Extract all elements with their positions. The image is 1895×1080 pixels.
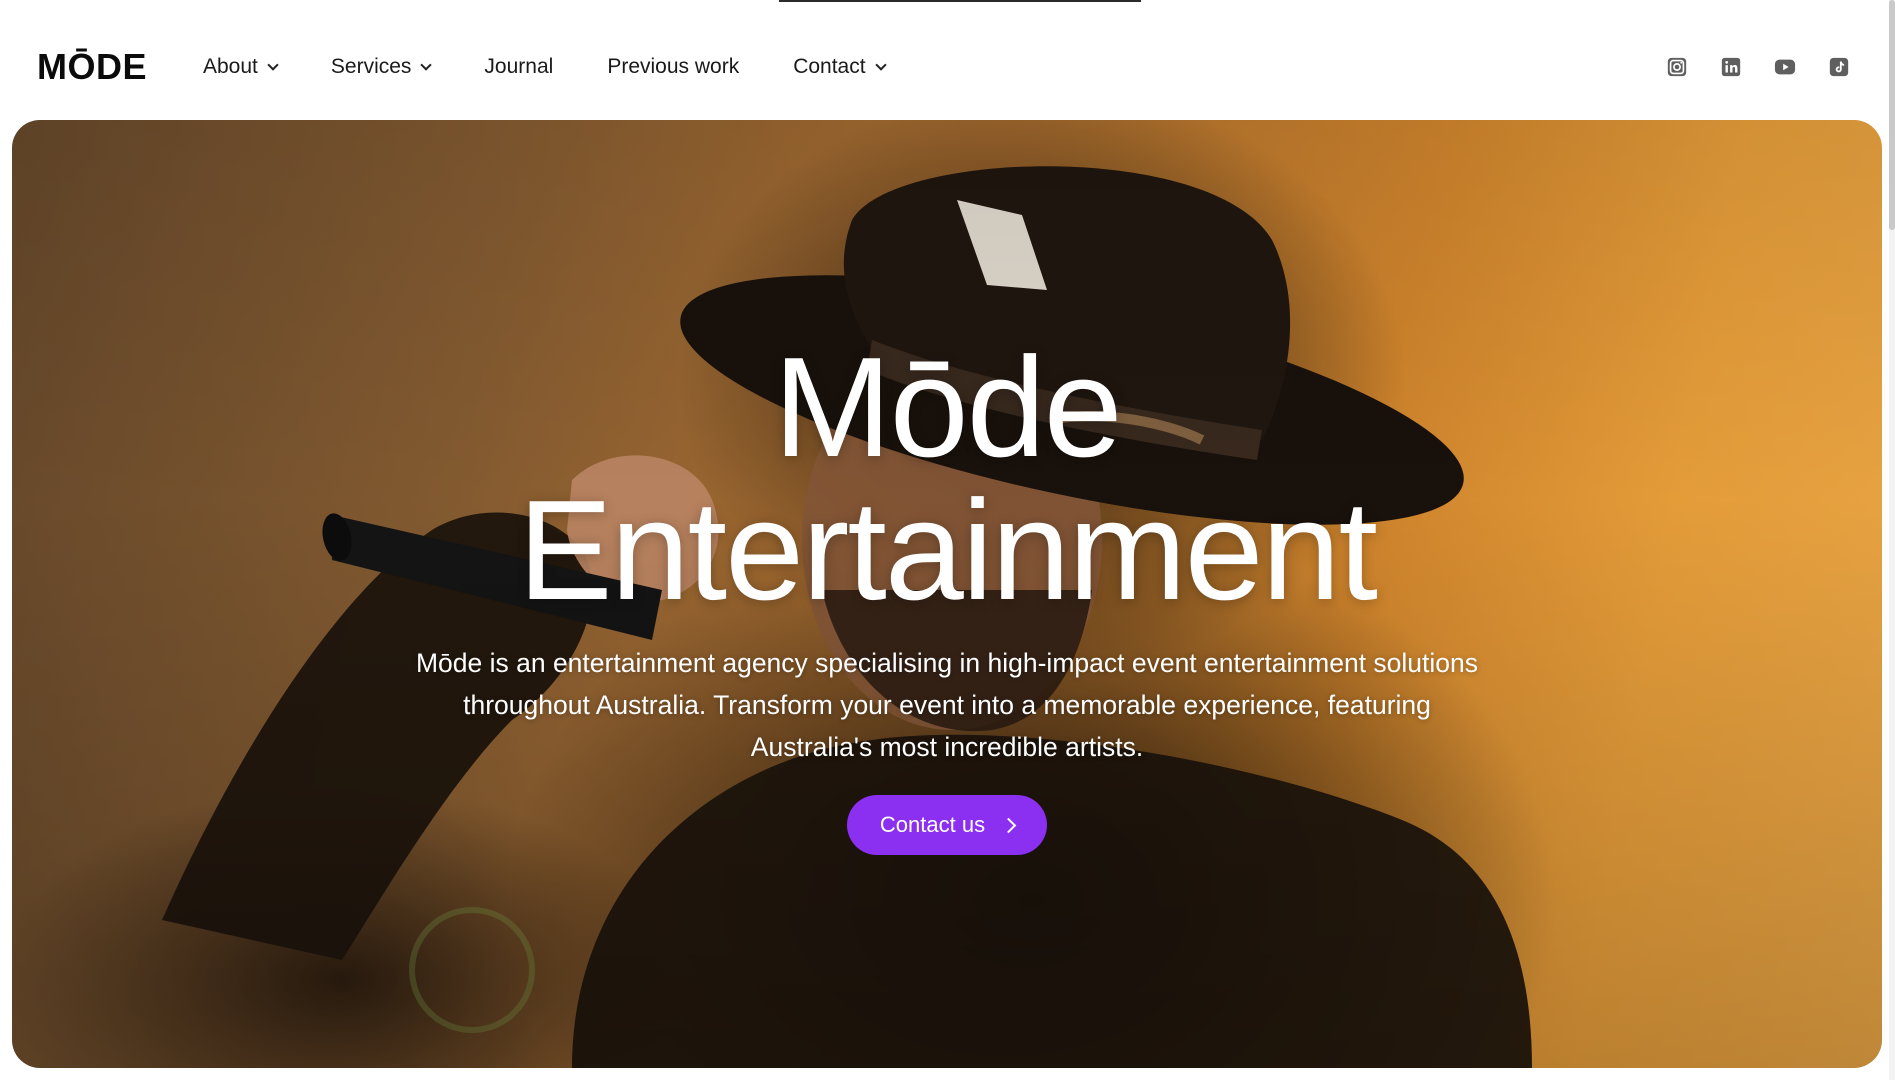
- contact-us-button[interactable]: Contact us: [847, 795, 1047, 855]
- social-links: [1666, 56, 1850, 78]
- nav-item-previous-work[interactable]: Previous work: [607, 55, 739, 79]
- nav-item-journal[interactable]: Journal: [484, 55, 553, 79]
- site-header: MŌDE About Services Journal Previous wor…: [0, 0, 1895, 120]
- hero-description: Mōde is an entertainment agency speciali…: [415, 648, 1479, 762]
- chevron-down-icon: [267, 58, 279, 71]
- hero-title-line2: Entertainment: [517, 471, 1378, 630]
- main-nav: About Services Journal Previous work Con…: [203, 55, 939, 79]
- scrollbar-thumb[interactable]: [1889, 0, 1895, 230]
- tiktok-icon[interactable]: [1828, 56, 1850, 78]
- nav-item-label: Services: [330, 55, 412, 78]
- nav-item-label: Previous work: [607, 55, 740, 78]
- nav-item-label: Journal: [484, 55, 554, 78]
- nav-item-label: About: [203, 55, 258, 78]
- instagram-icon[interactable]: [1666, 56, 1688, 78]
- nav-item-label: Contact: [793, 55, 866, 78]
- hero-content: Mōde Entertainment Mōde is an entertainm…: [12, 120, 1882, 1068]
- hero-section: Mōde Entertainment Mōde is an entertainm…: [12, 120, 1882, 1068]
- youtube-icon[interactable]: [1774, 56, 1796, 78]
- contact-us-label: Contact us: [879, 812, 986, 837]
- hero-title-line1: Mōde: [773, 328, 1122, 487]
- page-scrollbar[interactable]: [1889, 0, 1895, 1080]
- nav-item-about[interactable]: About: [203, 55, 279, 79]
- linkedin-icon[interactable]: [1720, 56, 1742, 78]
- nav-item-services[interactable]: Services: [330, 55, 433, 79]
- chevron-down-icon: [874, 58, 887, 71]
- chevron-down-icon: [420, 58, 433, 71]
- nav-item-contact[interactable]: Contact: [793, 55, 887, 79]
- site-logo[interactable]: MŌDE: [37, 46, 147, 88]
- chevron-right-icon: [1000, 817, 1017, 833]
